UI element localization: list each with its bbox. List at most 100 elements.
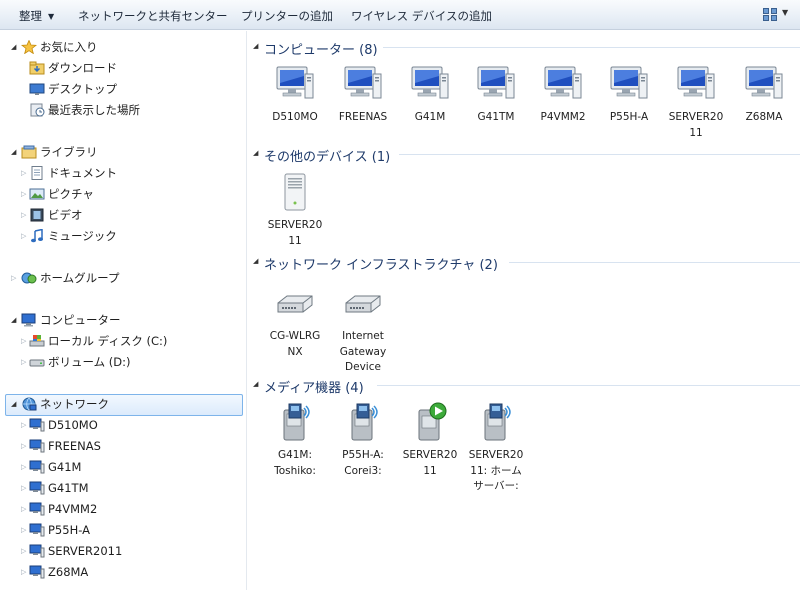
group-header-infrastructure[interactable]: ◢ ネットワーク インフラストラクチャ (2) [247, 252, 800, 273]
nav-item-network-computer[interactable]: ▷ G41TM [0, 478, 240, 498]
expand-arrow-icon[interactable]: ▷ [21, 163, 29, 183]
network-icon [22, 397, 37, 411]
nav-libraries[interactable]: ◢ ライブラリ [0, 142, 240, 162]
collapse-arrow-icon[interactable]: ◢ [253, 42, 258, 50]
media-server-icon [343, 402, 383, 442]
media-tile[interactable]: SERVER20 11 [398, 402, 462, 479]
music-icon [31, 229, 43, 243]
tile-label: G41TM [477, 111, 515, 123]
group-header-computers[interactable]: ◢ コンピューター (8) [247, 37, 800, 58]
drive-icon [29, 359, 45, 367]
nav-item-network-computer[interactable]: ▷ G41M [0, 457, 240, 477]
add-printer-button[interactable]: プリンターの追加 [241, 8, 333, 24]
network-computer-icon [29, 439, 45, 453]
router-tile[interactable]: Internet Gateway Device [331, 283, 395, 376]
view-options-icon[interactable] [763, 8, 777, 21]
tile-label: P4VMM2 [540, 111, 586, 123]
server-tower-icon [275, 172, 315, 212]
nav-item-label: FREENAS [48, 439, 101, 453]
computer-tile[interactable]: P55H-A [597, 64, 661, 126]
add-wireless-device-button[interactable]: ワイヤレス デバイスの追加 [351, 8, 492, 24]
media-server-icon [275, 402, 315, 442]
computer-tile[interactable]: P4VMM2 [531, 64, 595, 126]
expand-arrow-icon[interactable]: ▷ [21, 478, 29, 498]
library-icon [21, 145, 37, 159]
nav-computer-label: コンピューター [40, 313, 121, 327]
computer-tile[interactable]: G41TM [464, 64, 528, 126]
expand-arrow-icon[interactable]: ▷ [21, 562, 29, 582]
nav-item-label: P4VMM2 [48, 502, 98, 516]
group-header-media[interactable]: ◢ メディア機器 (4) [247, 375, 800, 396]
recent-places-icon [30, 103, 45, 117]
expand-arrow-icon[interactable]: ▷ [21, 415, 29, 435]
network-sharing-center-button[interactable]: ネットワークと共有センター [78, 8, 228, 24]
group-divider [399, 154, 800, 155]
nav-network[interactable]: ◢ ネットワーク [0, 394, 240, 414]
nav-item-volume-d[interactable]: ▷ ボリューム (D:) [0, 352, 240, 372]
expand-arrow-icon[interactable]: ▷ [21, 520, 29, 540]
nav-item-network-computer[interactable]: ▷ P55H-A [0, 520, 240, 540]
nav-homegroup[interactable]: ▷ ホームグループ [0, 268, 240, 288]
media-tile[interactable]: SERVER20 11: ホーム サーバー: [464, 402, 528, 495]
nav-item-documents[interactable]: ▷ ドキュメント [0, 163, 240, 183]
expand-arrow-icon[interactable]: ▷ [21, 184, 29, 204]
expand-arrow-icon[interactable]: ▷ [21, 331, 29, 351]
collapse-arrow-icon[interactable]: ◢ [11, 394, 19, 414]
view-dropdown-arrow-icon[interactable]: ▼ [782, 8, 788, 17]
collapse-arrow-icon[interactable]: ◢ [11, 37, 19, 57]
organize-button[interactable]: 整理 ▼ [19, 8, 54, 24]
network-computer-icon [29, 418, 45, 432]
router-tile[interactable]: CG-WLRG NX [263, 283, 327, 360]
collapse-arrow-icon[interactable]: ◢ [253, 257, 258, 265]
monitor-tower-icon [676, 64, 716, 104]
tile-label: FREENAS [338, 111, 388, 123]
nav-item-network-computer[interactable]: ▷ D510MO [0, 415, 240, 435]
computer-tile[interactable]: D510MO [263, 64, 327, 126]
tile-label: P55H-A: Corei3: [342, 449, 384, 477]
monitor-tower-icon [543, 64, 583, 104]
expand-arrow-icon[interactable]: ▷ [21, 436, 29, 456]
nav-item-network-computer[interactable]: ▷ Z68MA [0, 562, 240, 582]
nav-item-music[interactable]: ▷ ミュージック [0, 226, 240, 246]
router-icon [275, 283, 315, 323]
nav-computer[interactable]: ◢ コンピューター [0, 310, 240, 330]
expand-arrow-icon[interactable]: ▷ [21, 226, 29, 246]
nav-item-local-disk-c[interactable]: ▷ ローカル ディスク (C:) [0, 331, 240, 351]
nav-item-network-computer[interactable]: ▷ FREENAS [0, 436, 240, 456]
nav-item-recent-places[interactable]: 最近表示した場所 [0, 100, 240, 120]
nav-item-downloads[interactable]: ダウンロード [0, 58, 240, 78]
media-tile[interactable]: G41M: Toshiko: [263, 402, 327, 479]
monitor-tower-icon [410, 64, 450, 104]
tile-label: D510MO [272, 111, 318, 123]
collapse-arrow-icon[interactable]: ◢ [253, 149, 258, 157]
group-header-other-devices[interactable]: ◢ その他のデバイス (1) [247, 144, 800, 165]
expand-arrow-icon[interactable]: ▷ [21, 205, 29, 225]
media-tile[interactable]: P55H-A: Corei3: [331, 402, 395, 479]
nav-item-label: SERVER2011 [48, 544, 123, 558]
nav-item-desktop[interactable]: デスクトップ [0, 79, 240, 99]
nav-item-network-computer[interactable]: ▷ P4VMM2 [0, 499, 240, 519]
computer-tile[interactable]: G41M [398, 64, 462, 126]
expand-arrow-icon[interactable]: ▷ [21, 499, 29, 519]
expand-arrow-icon[interactable]: ▷ [21, 541, 29, 561]
nav-libraries-label: ライブラリ [40, 145, 98, 159]
collapse-arrow-icon[interactable]: ◢ [253, 380, 258, 388]
network-computer-icon [29, 523, 45, 537]
expand-arrow-icon[interactable]: ▷ [11, 268, 19, 288]
collapse-arrow-icon[interactable]: ◢ [11, 310, 19, 330]
collapse-arrow-icon[interactable]: ◢ [11, 142, 19, 162]
nav-item-label: 最近表示した場所 [48, 103, 140, 117]
nav-item-network-computer[interactable]: ▷ SERVER2011 [0, 541, 240, 561]
tile-label: SERVER20 11 [402, 449, 458, 477]
expand-arrow-icon[interactable]: ▷ [21, 457, 29, 477]
server-tile[interactable]: SERVER20 11 [263, 172, 327, 249]
expand-arrow-icon[interactable]: ▷ [21, 352, 29, 372]
nav-item-pictures[interactable]: ▷ ピクチャ [0, 184, 240, 204]
computer-tile[interactable]: SERVER20 11 [664, 64, 728, 141]
network-computer-icon [29, 502, 45, 516]
computer-tile[interactable]: Z68MA [732, 64, 796, 126]
nav-item-videos[interactable]: ▷ ビデオ [0, 205, 240, 225]
computer-tile[interactable]: FREENAS [331, 64, 395, 126]
nav-favorites[interactable]: ◢ お気に入り [0, 37, 240, 57]
monitor-tower-icon [609, 64, 649, 104]
